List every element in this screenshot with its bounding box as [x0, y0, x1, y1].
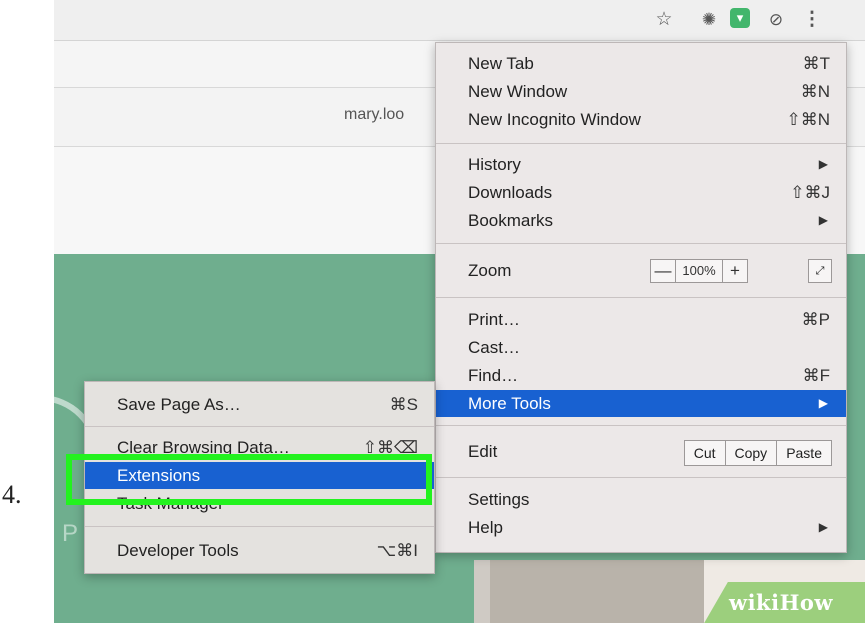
chrome-main-menu: New Tab ⌘T New Window ⌘N New Incognito W…: [435, 42, 847, 553]
watermark-text: wikiHow: [729, 590, 834, 615]
fullscreen-icon[interactable]: ⤢: [808, 259, 832, 283]
menu-item-bookmarks[interactable]: Bookmarks ▶: [436, 207, 846, 234]
menu-separator: [436, 425, 846, 426]
menu-item-cast[interactable]: Cast…: [436, 334, 846, 361]
menu-label: Settings: [468, 490, 530, 509]
kebab-menu-icon[interactable]: ⋮: [800, 8, 824, 32]
copy-button[interactable]: Copy: [726, 441, 778, 465]
menu-label: More Tools: [468, 394, 551, 413]
menu-separator: [436, 297, 846, 298]
menu-label: Save Page As…: [117, 395, 241, 414]
zoom-in-button[interactable]: +: [723, 260, 747, 282]
menu-item-history[interactable]: History ▶: [436, 151, 846, 178]
menu-label: Find…: [468, 366, 519, 385]
menu-item-new-window[interactable]: New Window ⌘N: [436, 78, 846, 105]
extension-green-icon[interactable]: ▾: [730, 8, 750, 28]
highlight-box: [66, 454, 432, 505]
menu-label: New Tab: [468, 54, 534, 73]
menu-separator: [436, 477, 846, 478]
menu-item-new-tab[interactable]: New Tab ⌘T: [436, 50, 846, 77]
menu-separator: [436, 243, 846, 244]
menu-item-help[interactable]: Help ▶: [436, 514, 846, 541]
shortcut-label: ⌘S: [389, 395, 418, 414]
menu-label: Downloads: [468, 183, 553, 202]
menu-label: Bookmarks: [468, 211, 554, 230]
user-email[interactable]: mary.loo: [344, 106, 404, 124]
menu-label: History: [468, 155, 521, 174]
submenu-arrow-icon: ▶: [818, 213, 828, 227]
submenu-arrow-icon: ▶: [818, 157, 828, 171]
menu-item-settings[interactable]: Settings: [436, 486, 846, 513]
shortcut-label: ⇧⌘N: [786, 110, 830, 129]
browser-toolbar: ☆ ✺ ▾ ⊘ ⋮: [54, 0, 865, 41]
shortcut-label: ⌘N: [800, 82, 830, 101]
menu-label: Print…: [468, 310, 520, 329]
menu-label: Cast…: [468, 338, 520, 357]
menu-label: Developer Tools: [117, 541, 239, 560]
menu-separator: [436, 143, 846, 144]
menu-separator: [85, 426, 434, 427]
screenshot-frame: ☆ ✺ ▾ ⊘ ⋮ mary.loo P wikiHow New Tab ⌘T …: [54, 0, 865, 623]
menu-label: Edit: [468, 442, 498, 461]
shortcut-label: ⌘P: [801, 310, 830, 329]
menu-item-edit: Edit Cut Copy Paste: [436, 437, 846, 467]
menu-item-downloads[interactable]: Downloads ⇧⌘J: [436, 179, 846, 206]
menu-label: New Incognito Window: [468, 110, 641, 129]
zoom-out-button[interactable]: —: [651, 260, 676, 282]
menu-item-save-page-as[interactable]: Save Page As… ⌘S: [85, 391, 434, 418]
partial-text-decoration: P: [62, 520, 79, 547]
menu-label: New Window: [468, 82, 568, 101]
step-number: 4.: [2, 480, 22, 509]
submenu-arrow-icon: ▶: [818, 520, 828, 534]
menu-item-find[interactable]: Find… ⌘F: [436, 362, 846, 389]
menu-label: Help: [468, 518, 503, 537]
menu-separator: [85, 526, 434, 527]
extension-ghostery-icon[interactable]: ✺: [697, 8, 721, 32]
cut-button[interactable]: Cut: [685, 441, 726, 465]
shortcut-label: ⌥⌘I: [376, 541, 418, 560]
shortcut-label: ⇧⌘J: [790, 183, 830, 202]
menu-item-print[interactable]: Print… ⌘P: [436, 306, 846, 333]
shortcut-label: ⌘F: [802, 366, 830, 385]
menu-item-developer-tools[interactable]: Developer Tools ⌥⌘I: [85, 537, 434, 564]
shortcut-label: ⌘T: [802, 54, 830, 73]
submenu-arrow-icon: ▶: [818, 396, 828, 410]
edit-button-group: Cut Copy Paste: [683, 440, 832, 466]
zoom-level: 100%: [676, 260, 723, 282]
star-icon[interactable]: ☆: [652, 8, 676, 32]
no-entry-icon[interactable]: ⊘: [764, 8, 788, 32]
menu-label: Zoom: [468, 261, 512, 280]
menu-item-new-incognito[interactable]: New Incognito Window ⇧⌘N: [436, 106, 846, 133]
paste-button[interactable]: Paste: [777, 441, 831, 465]
zoom-control: — 100% +: [650, 259, 748, 283]
background-photo: [474, 560, 720, 623]
menu-item-zoom: Zoom — 100% + ⤢: [436, 255, 846, 287]
menu-item-more-tools[interactable]: More Tools ▶: [436, 390, 846, 417]
